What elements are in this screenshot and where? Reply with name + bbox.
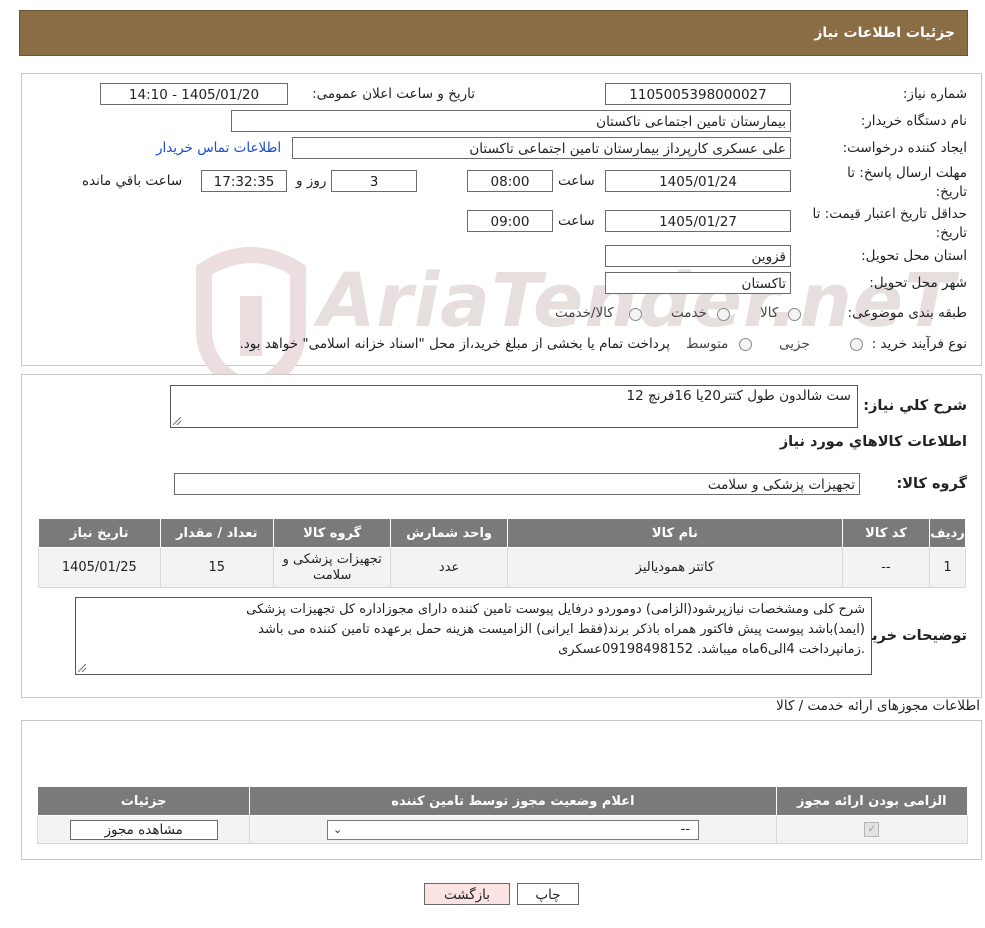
process-option-minor: جزیی [779,336,810,352]
deadline-time-field: 08:00 [467,170,553,192]
goods-table: ردیف کد کالا نام کالا واحد شمارش گروه کا… [38,518,966,588]
required-checkbox[interactable]: ✓ [864,822,880,837]
category-radio-goods-service[interactable] [629,308,642,321]
cell-permit-details: مشاهده مجوز [36,815,251,844]
buyer-org-label: نام دستگاه خریدار: [860,113,967,129]
col-code: کد کالا [841,518,931,548]
category-option-goods-service: کالا/خدمت [555,305,614,321]
table-row: 1 -- کاتتر همودیالیز عدد تجهیزات پزشکی و… [38,547,966,588]
remaining-time-label: ساعت باقي مانده [82,173,183,189]
days-word: روز و [296,173,327,189]
validity-date-field: 1405/01/27 [605,210,791,232]
buyer-contact-link[interactable]: اطلاعات تماس خریدار [156,140,281,156]
validity-label: حداقل تاریخ اعتبار قیمت: تا تاریخ: [812,206,967,241]
page-title: جزئیات اطلاعات نیاز [814,25,955,41]
creator-label: ایجاد کننده درخواست: [842,140,967,156]
col-unit: واحد شمارش [390,518,508,548]
province-field: قزوین [605,245,791,267]
buyer-notes-line-2: (ایمد)باشد پیوست پیش فاکتور همراه باذکر … [258,622,865,637]
col-quantity: تعداد / مقدار [159,518,274,548]
buyer-notes-line-1: شرح کلی ومشخصات نیازپرشود(الزامی) دومورد… [246,602,865,617]
cell-unit: عدد [390,547,508,588]
cell-group: تجهیزات پزشکی و سلامت [272,547,392,588]
resize-handle-icon[interactable] [78,664,86,672]
cell-permit-required: ✓ [775,815,969,844]
process-note: پرداخت تمام یا بخشی از مبلغ خرید،از محل … [239,336,670,352]
buyer-notes-textarea[interactable]: شرح کلی ومشخصات نیازپرشود(الزامی) دومورد… [75,597,872,675]
process-label: نوع فرآیند خرید : [871,336,967,352]
buyer-org-field: بیمارستان تامین اجتماعی تاکستان [231,110,791,132]
col-permit-status: اعلام وضعیت مجوز توسط تامین کننده [249,786,777,816]
days-remaining-field: 3 [331,170,417,192]
permits-table-wrapper: الزامی بودن ارائه مجوز اعلام وضعیت مجوز … [36,786,969,844]
deadline-date-field: 1405/01/24 [605,170,791,192]
city-field: تاکستان [605,272,791,294]
cell-name: کاتتر همودیالیز [506,547,843,588]
deadline-label: مهلت ارسال پاسخ: تا تاریخ: [847,165,967,200]
validity-time-word: ساعت [558,213,595,229]
creator-field: علی عسکری کارپرداز بیمارستان تامین اجتما… [292,137,791,159]
col-permit-details: جزئیات [36,786,251,816]
goods-info-title: اطلاعات کالاهاي مورد نیاز [779,434,967,450]
watermark-text: AriaTender.neT [318,258,956,344]
print-button[interactable]: چاپ [517,883,579,905]
cell-quantity: 15 [159,547,274,588]
col-group: گروه کالا [272,518,392,548]
resize-handle-icon[interactable] [173,417,181,425]
col-row: ردیف [929,518,966,548]
summary-textarea[interactable]: ست شالدون طول کتتر20یا 16فرنچ 12 [170,385,858,428]
cell-permit-status: -- ⌄ [249,815,777,844]
deadline-time-word: ساعت [558,173,595,189]
table-row: ✓ -- ⌄ مشاهده مجوز [36,815,969,844]
view-permit-button[interactable]: مشاهده مجوز [69,819,218,840]
watermark-logo [192,244,310,399]
validity-time-field: 09:00 [467,210,553,232]
chevron-down-icon: ⌄ [332,822,343,836]
announce-label: تاریخ و ساعت اعلان عمومی: [312,86,475,102]
category-option-service: خدمت [671,305,707,321]
permit-status-value: -- [680,821,690,837]
summary-text: ست شالدون طول کتتر20یا 16فرنچ 12 [626,388,851,404]
permits-table: الزامی بودن ارائه مجوز اعلام وضعیت مجوز … [36,786,969,844]
goods-group-label: گروه کالا: [896,476,967,492]
category-option-goods: کالا [760,305,779,321]
process-option-medium: متوسط [686,336,729,352]
page-header: جزئیات اطلاعات نیاز [19,10,968,56]
goods-group-field: تجهیزات پزشکی و سلامت [174,473,860,495]
process-radio-medium[interactable] [739,338,752,351]
category-label: طبقه بندی موضوعی: [847,305,967,321]
process-radio-minor[interactable] [850,338,863,351]
col-name: نام کالا [506,518,843,548]
need-number-label: شماره نیاز: [902,86,967,102]
back-button[interactable]: بازگشت [424,883,510,905]
permits-title: اطلاعات مجوزهای ارائه خدمت / کالا [776,698,980,714]
need-number-field: 1105005398000027 [605,83,791,105]
cell-code: -- [841,547,931,588]
col-date: تاریخ نیاز [38,518,161,548]
category-radio-service[interactable] [717,308,730,321]
category-radio-goods[interactable] [788,308,801,321]
permit-status-select[interactable]: -- ⌄ [326,819,699,840]
cell-row: 1 [929,547,966,588]
city-label: شهر محل تحویل: [869,275,967,291]
buyer-notes-line-3: .زمانپرداخت 4الی6ماه میباشد. 09198498152… [558,642,865,657]
announce-field: 1405/01/20 - 14:10 [100,83,288,105]
province-label: استان محل تحویل: [861,248,967,264]
summary-label: شرح کلي نیاز: [863,398,967,414]
col-permit-required: الزامی بودن ارائه مجوز [775,786,969,816]
remaining-time-field: 17:32:35 [201,170,287,192]
cell-date: 1405/01/25 [38,547,161,588]
goods-table-wrapper: ردیف کد کالا نام کالا واحد شمارش گروه کا… [38,518,966,588]
